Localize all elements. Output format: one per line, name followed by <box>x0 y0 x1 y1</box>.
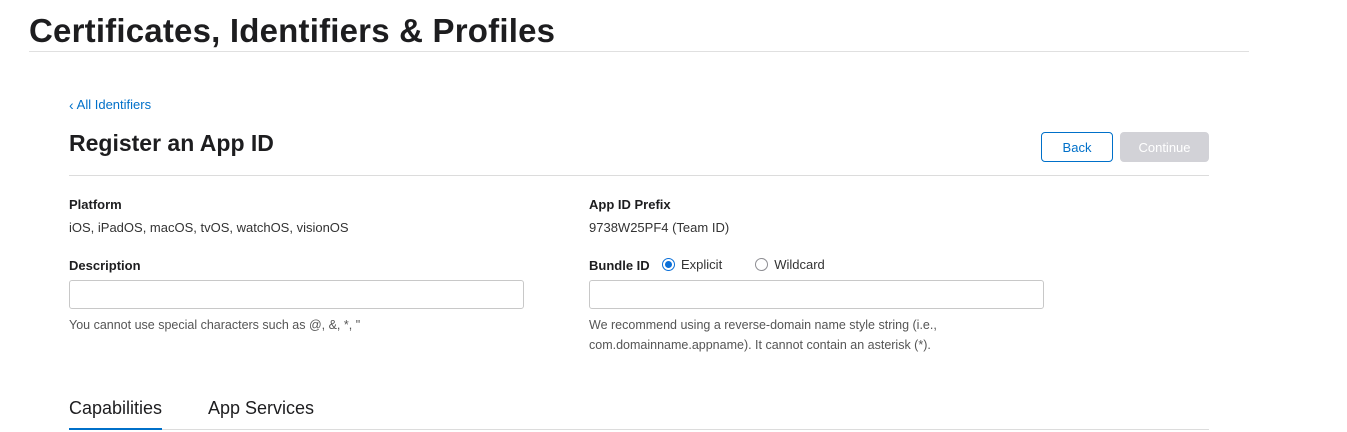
section-title: Register an App ID <box>69 130 274 156</box>
wildcard-radio-option[interactable]: Wildcard <box>755 257 825 272</box>
bundle-id-hint-line2: com.domainname.appname). It cannot conta… <box>589 338 931 352</box>
page-header: Certificates, Identifiers & Profiles <box>29 12 1249 52</box>
page-title: Certificates, Identifiers & Profiles <box>29 12 556 49</box>
back-button[interactable]: Back <box>1041 132 1113 162</box>
continue-button[interactable]: Continue <box>1120 132 1209 162</box>
bundle-id-hint-line1: We recommend using a reverse-domain name… <box>589 318 937 332</box>
wildcard-radio-label: Wildcard <box>774 257 825 272</box>
bundle-id-type-radio-group: Explicit Wildcard <box>662 257 825 272</box>
explicit-radio-label: Explicit <box>681 257 723 272</box>
header-divider <box>69 175 1209 176</box>
bundle-id-input[interactable] <box>589 280 1044 309</box>
explicit-radio[interactable] <box>662 258 675 271</box>
description-label: Description <box>69 258 141 273</box>
tab-app-services[interactable]: App Services <box>208 398 314 430</box>
chevron-left-icon: ‹ <box>69 96 74 113</box>
tab-bar: Capabilities App Services <box>69 396 1209 430</box>
app-id-prefix-value: 9738W25PF4 (Team ID) <box>589 220 730 235</box>
all-identifiers-label: All Identifiers <box>76 97 152 112</box>
platform-value: iOS, iPadOS, macOS, tvOS, watchOS, visio… <box>69 220 349 235</box>
platform-label: Platform <box>69 197 122 212</box>
description-input[interactable] <box>69 280 524 309</box>
tab-capabilities[interactable]: Capabilities <box>69 398 163 430</box>
explicit-radio-option[interactable]: Explicit <box>662 257 722 272</box>
page: Certificates, Identifiers & Profiles ‹ A… <box>0 0 1347 432</box>
app-id-prefix-label: App ID Prefix <box>589 197 671 212</box>
all-identifiers-link[interactable]: ‹ All Identifiers <box>69 97 151 112</box>
wildcard-radio[interactable] <box>755 258 769 271</box>
bundle-id-label: Bundle ID <box>589 258 650 273</box>
description-hint: You cannot use special characters such a… <box>69 318 361 332</box>
